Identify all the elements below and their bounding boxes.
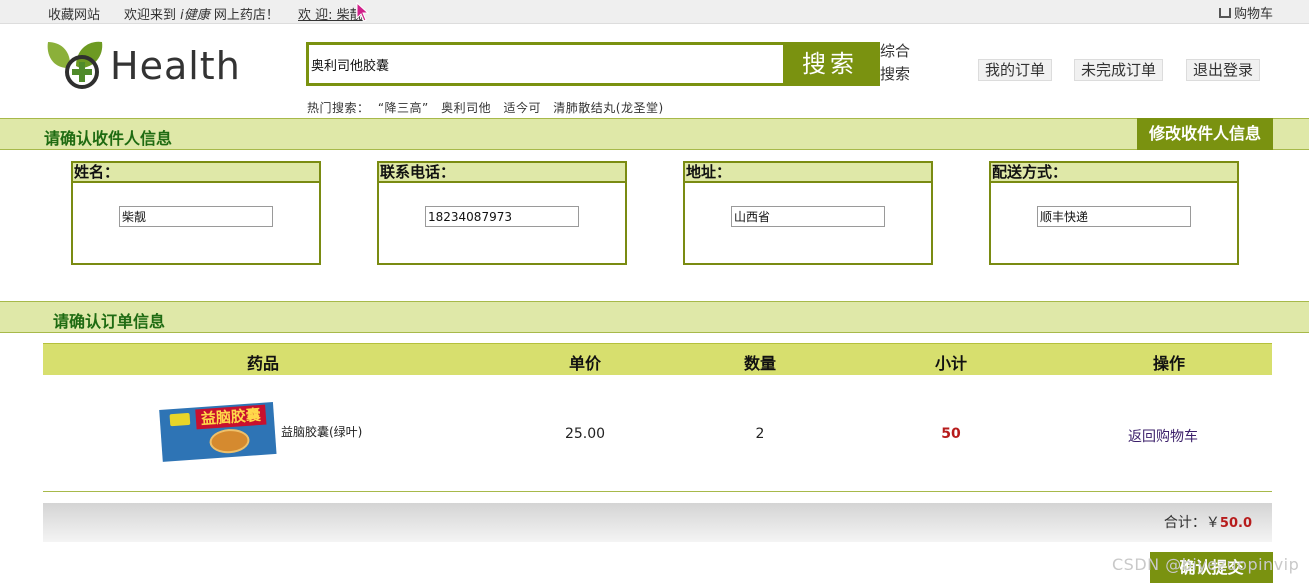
card-label: 配送方式： bbox=[991, 163, 1237, 183]
product-box: 益脑胶囊 bbox=[159, 402, 277, 462]
unit-price: 25.00 bbox=[564, 426, 606, 442]
mouse-cursor-icon bbox=[356, 2, 370, 22]
hot-item[interactable]: 清肺散结丸(龙圣堂) bbox=[553, 101, 663, 115]
order-section-title: 请确认订单信息 bbox=[53, 312, 166, 331]
hot-searches: 热门搜索： “降三高” 奥利司他 适今可 清肺散结丸(龙圣堂) bbox=[307, 99, 672, 116]
cart-label: 购物车 bbox=[1233, 7, 1273, 22]
logo-text: Health bbox=[110, 44, 241, 88]
logout-button[interactable]: 退出登录 bbox=[1186, 59, 1261, 81]
card-label: 地址： bbox=[685, 163, 931, 183]
my-orders-button[interactable]: 我的订单 bbox=[978, 59, 1053, 81]
table-row: 益脑胶囊 益脑胶囊(绿叶) 25.00 2 50 返回购物车 bbox=[43, 375, 1272, 492]
product-pill-icon bbox=[208, 427, 251, 455]
cart-icon bbox=[1218, 8, 1231, 18]
hot-item[interactable]: 奥利司他 bbox=[441, 101, 491, 115]
total-bar: 合计：￥50.0 bbox=[43, 503, 1272, 542]
quantity: 2 bbox=[755, 426, 765, 442]
receiver-section-title: 请确认收件人信息 bbox=[44, 129, 173, 148]
product-box-label: 益脑胶囊 bbox=[195, 404, 267, 430]
receiver-phone-card: 联系电话： bbox=[377, 161, 627, 265]
total-label-text: 合计：￥ bbox=[1163, 515, 1220, 531]
product-name[interactable]: 益脑胶囊(绿叶) bbox=[281, 423, 362, 440]
order-table-header: 药品 单价 数量 小计 操作 bbox=[43, 343, 1272, 375]
brand-badge-icon bbox=[169, 412, 191, 427]
leaf-logo-icon bbox=[47, 41, 103, 89]
edit-receiver-button[interactable]: 修改收件人信息 bbox=[1137, 118, 1273, 150]
watermark: CSDN @biyezuopinvip bbox=[1112, 555, 1300, 574]
phone-field[interactable] bbox=[425, 206, 579, 227]
name-field[interactable] bbox=[119, 206, 273, 227]
product-image[interactable]: 益脑胶囊 bbox=[153, 401, 281, 467]
top-bar: 收藏网站 欢迎来到 i健康 网上药店！ 欢 迎: 柴靓 购物车 bbox=[0, 0, 1309, 24]
logo[interactable]: Health bbox=[46, 38, 246, 110]
receiver-section-header: 请确认收件人信息 bbox=[0, 118, 1309, 150]
total-value: 50.0 bbox=[1219, 516, 1252, 531]
column-header: 小计 bbox=[934, 354, 968, 373]
welcome-brand: i健康 bbox=[180, 8, 210, 23]
card-label: 联系电话： bbox=[379, 163, 625, 183]
address-field[interactable] bbox=[731, 206, 885, 227]
hot-item[interactable]: “降三高” bbox=[378, 101, 429, 115]
user-greeting-link[interactable]: 欢 迎: 柴靓 bbox=[298, 4, 363, 23]
card-label: 姓名： bbox=[73, 163, 319, 183]
column-header: 操作 bbox=[1152, 354, 1186, 373]
column-header: 单价 bbox=[568, 354, 602, 373]
bookmark-link[interactable]: 收藏网站 bbox=[48, 4, 100, 23]
column-header: 数量 bbox=[743, 354, 777, 373]
column-header: 药品 bbox=[246, 354, 280, 373]
welcome-prefix: 欢迎来到 bbox=[124, 8, 177, 23]
search-input[interactable] bbox=[309, 45, 784, 83]
receiver-name-card: 姓名： bbox=[71, 161, 321, 265]
hot-item[interactable]: 适今可 bbox=[503, 101, 541, 115]
welcome-text: 欢迎来到 i健康 网上药店！ bbox=[124, 4, 279, 23]
back-to-cart-link[interactable]: 返回购物车 bbox=[1128, 426, 1198, 446]
search-box: 搜索 bbox=[306, 42, 880, 86]
order-section-header: 请确认订单信息 bbox=[0, 301, 1309, 333]
total-label: 合计：￥50.0 bbox=[1164, 512, 1252, 532]
hot-label: 热门搜索： bbox=[307, 101, 370, 115]
welcome-suffix: 网上药店！ bbox=[213, 8, 279, 23]
search-button[interactable]: 搜索 bbox=[783, 45, 877, 83]
back-to-cart-label: 返回购物车 bbox=[1128, 429, 1198, 445]
advanced-search-link[interactable]: 综合搜索 bbox=[880, 40, 916, 86]
unfinished-orders-button[interactable]: 未完成订单 bbox=[1074, 59, 1164, 81]
receiver-address-card: 地址： bbox=[683, 161, 933, 265]
receiver-delivery-card: 配送方式： bbox=[989, 161, 1239, 265]
delivery-field[interactable] bbox=[1037, 206, 1191, 227]
subtotal: 50 bbox=[941, 426, 961, 442]
cart-link[interactable]: 购物车 bbox=[1218, 3, 1273, 22]
